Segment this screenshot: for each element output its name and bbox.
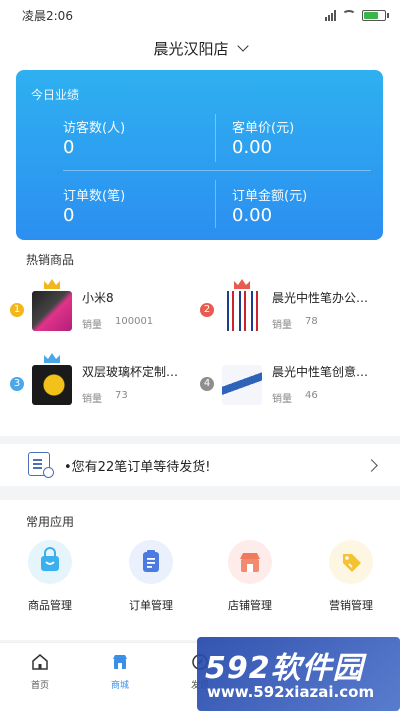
tab-label: 首页 <box>30 681 49 691</box>
product-image <box>32 291 72 331</box>
home-icon <box>32 654 48 670</box>
tag-icon <box>329 540 373 584</box>
store-selector[interactable]: 晨光汉阳店 <box>0 30 400 66</box>
app-order-management[interactable]: 订单管理 <box>116 540 186 612</box>
pending-orders-notice[interactable]: •您有22笔订单等待发货! <box>0 444 400 486</box>
orders-label: 订单数(笔) <box>63 189 126 204</box>
stats-divider <box>215 114 216 162</box>
battery-icon <box>362 9 389 21</box>
product-image <box>222 365 262 405</box>
rank-badge: 1 <box>10 303 24 317</box>
rank-badge: 4 <box>200 377 214 391</box>
rank-badge: 3 <box>10 377 24 391</box>
clipboard-icon <box>129 540 173 584</box>
notice-text: •您有22笔订单等待发货! <box>64 459 211 475</box>
tab-label: 商城 <box>110 681 129 691</box>
watermark-title: 592软件园 <box>205 651 364 686</box>
product-name: 小米8 <box>82 291 114 305</box>
orders-value: 0 <box>63 205 75 226</box>
sales-value: 78 <box>305 316 318 327</box>
app-label: 营销管理 <box>329 599 373 612</box>
shopping-bag-icon <box>28 540 72 584</box>
status-time: 凌晨2:06 <box>22 8 73 23</box>
watermark-logo: 592软件园 www.592xiazai.com <box>197 637 400 711</box>
status-bar: 凌晨2:06 <box>0 0 400 30</box>
mall-icon <box>113 655 127 669</box>
sales-value: 73 <box>115 390 128 401</box>
chevron-right-icon <box>365 458 378 472</box>
watermark-url: www.592xiazai.com <box>207 683 375 701</box>
product-name: 晨光中性笔办公… <box>272 291 369 305</box>
sales-label: 销量 <box>82 394 102 405</box>
avg-price-label: 客单价(元) <box>232 121 295 136</box>
app-product-management[interactable]: 商品管理 <box>15 540 85 612</box>
amount-value: 0.00 <box>232 205 273 226</box>
hot-product-item[interactable]: 3 双层玻璃杯定制… 销量 73 <box>10 353 200 413</box>
product-name: 双层玻璃杯定制… <box>82 365 179 379</box>
app-store-management[interactable]: 店铺管理 <box>215 540 285 612</box>
common-apps: 常用应用 商品管理 订单管理 店铺管理 营销管理 <box>0 500 400 640</box>
app-marketing-management[interactable]: 营销管理 <box>316 540 386 612</box>
apps-title: 常用应用 <box>26 515 75 529</box>
chevron-down-icon <box>236 40 249 52</box>
app-label: 店铺管理 <box>228 599 272 612</box>
tab-home[interactable]: 首页 <box>10 653 70 693</box>
wifi-icon <box>342 10 356 20</box>
product-image <box>32 365 72 405</box>
app-label: 商品管理 <box>28 599 72 612</box>
status-icons <box>325 9 389 21</box>
stats-title: 今日业绩 <box>31 88 80 102</box>
store-name: 晨光汉阳店 <box>153 39 229 58</box>
avg-price-value: 0.00 <box>232 137 273 158</box>
stats-divider <box>63 170 371 171</box>
hot-product-item[interactable]: 1 小米8 销量 100001 <box>10 279 200 339</box>
hot-product-item[interactable]: 4 晨光中性笔创意… 销量 46 <box>200 357 390 413</box>
stats-divider <box>215 180 216 228</box>
sales-value: 100001 <box>115 316 154 327</box>
hot-products-title: 热销商品 <box>26 253 75 267</box>
sales-label: 销量 <box>272 320 292 331</box>
visitors-label: 访客数(人) <box>63 121 126 136</box>
order-clock-icon <box>28 452 54 478</box>
amount-label: 订单金额(元) <box>232 189 308 204</box>
sales-label: 销量 <box>272 394 292 405</box>
rank-badge: 2 <box>200 303 214 317</box>
hot-product-item[interactable]: 2 晨光中性笔办公… 销量 78 <box>200 279 390 339</box>
visitors-value: 0 <box>63 137 75 158</box>
product-image <box>222 291 262 331</box>
tab-mall[interactable]: 商城 <box>90 653 150 693</box>
app-label: 订单管理 <box>129 599 173 612</box>
today-stats-card: 今日业绩 访客数(人) 0 客单价(元) 0.00 订单数(笔) 0 订单金额(… <box>16 70 383 240</box>
sales-value: 46 <box>305 390 318 401</box>
signal-icon <box>325 9 336 21</box>
sales-label: 销量 <box>82 320 102 331</box>
product-name: 晨光中性笔创意… <box>272 365 369 379</box>
storefront-icon <box>228 540 272 584</box>
